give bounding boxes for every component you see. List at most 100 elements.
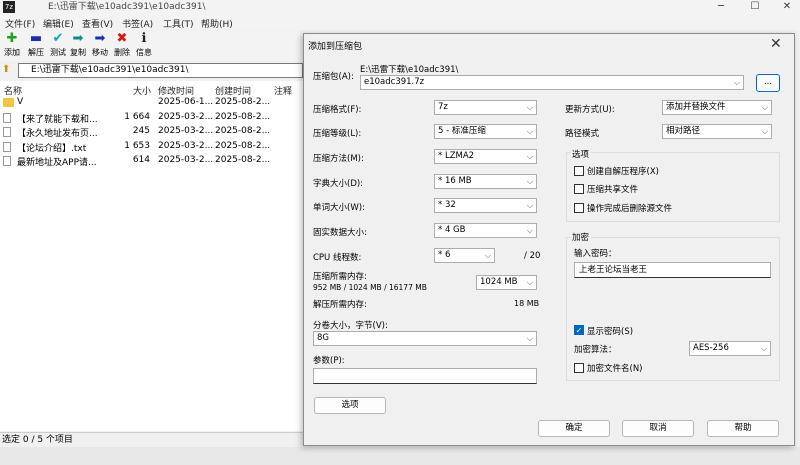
table-row[interactable]: 最新地址及APP请... 614 2025-03-2... 2025-08-2...: [0, 155, 303, 169]
cancel-button[interactable]: 取消: [622, 420, 694, 437]
column-created[interactable]: 创建时间: [215, 84, 251, 97]
toolbar-label: 复制: [70, 48, 86, 57]
column-comment[interactable]: 注释: [274, 84, 292, 97]
threads-combo[interactable]: * 6 ⌵: [434, 248, 495, 263]
toolbar-button-6[interactable]: ℹ 信息: [132, 32, 156, 60]
arrow-right-icon: ➡: [72, 31, 84, 46]
shared-checkbox[interactable]: [574, 184, 584, 194]
column-size[interactable]: 大小: [133, 84, 151, 97]
table-row[interactable]: 【来了就能下载和... 1 664 2025-03-2... 2025-08-2...: [0, 112, 303, 126]
update-combo[interactable]: 添加并替换文件 ⌵: [662, 100, 772, 115]
toolbar-button-3[interactable]: ➡ 复制: [66, 32, 90, 60]
menu-file[interactable]: 文件(F): [5, 17, 35, 30]
path-label: 路径模式: [565, 129, 600, 139]
mem-comp-detail: 952 MB / 1024 MB / 16177 MB: [313, 283, 427, 292]
file-icon: [3, 141, 11, 152]
column-name[interactable]: 名称: [4, 84, 22, 97]
address-bar[interactable]: E:\迅雷下载\e10adc391\e10adc391\: [18, 63, 303, 78]
cell-created: 2025-08-2...: [215, 111, 271, 122]
dict-combo[interactable]: * 16 MB ⌵: [434, 174, 537, 189]
table-row[interactable]: V 2025-06-1... 2025-08-2...: [0, 97, 303, 111]
column-modified[interactable]: 修改时间: [158, 84, 194, 97]
mem-decomp-value: 18 MB: [514, 299, 540, 308]
chevron-down-icon: ⌵: [526, 152, 533, 161]
status-bar: 选定 0 / 5 个项目: [0, 432, 303, 447]
solid-value: * 4 GB: [438, 225, 466, 235]
chevron-down-icon: ⌵: [761, 103, 768, 112]
dialog-title: 添加到压缩包: [308, 42, 363, 52]
cell-created: 2025-08-2...: [215, 140, 271, 151]
archive-label: 压缩包(A):: [313, 72, 354, 82]
minimize-button[interactable]: ─: [706, 0, 736, 14]
ok-button[interactable]: 确定: [538, 420, 610, 437]
file-icon: [3, 156, 11, 166]
table-row[interactable]: 【论坛介绍】.txt 1 653 2025-03-2... 2025-08-2...: [0, 141, 303, 155]
up-folder-icon[interactable]: ⬆: [2, 64, 10, 75]
password-label: 输入密码：: [574, 249, 617, 259]
help-button[interactable]: 帮助: [707, 420, 779, 437]
chevron-down-icon: ⌵: [526, 278, 533, 287]
toolbar-button-5[interactable]: ✖ 删除: [110, 32, 134, 60]
word-value: * 32: [438, 200, 456, 210]
sfx-checkbox[interactable]: [574, 166, 584, 176]
cell-size: 1 664: [124, 111, 150, 122]
toolbar-button-1[interactable]: ▬ 解压: [24, 32, 48, 60]
update-value: 添加并替换文件: [666, 102, 726, 112]
dict-value: * 16 MB: [438, 176, 472, 186]
cell-modified: 2025-03-2...: [158, 140, 214, 151]
table-row[interactable]: 【永久地址发布页... 245 2025-03-2... 2025-08-2...: [0, 126, 303, 140]
chevron-down-icon: ⌵: [526, 226, 533, 235]
params-input[interactable]: [313, 368, 537, 384]
delete-checkbox[interactable]: [574, 203, 584, 213]
method-combo[interactable]: * LZMA2 ⌵: [434, 149, 537, 164]
toolbar-button-0[interactable]: ✚ 添加: [0, 32, 24, 60]
format-value: 7z: [438, 102, 448, 112]
options-button[interactable]: 选项: [314, 397, 386, 414]
archive-name-combo[interactable]: e10adc391.7z ⌵: [360, 75, 744, 90]
cell-size: 614: [132, 155, 150, 165]
cell-created: 2025-08-2...: [215, 126, 271, 136]
chevron-down-icon: ⌵: [526, 103, 533, 112]
menu-help[interactable]: 帮助(H): [201, 17, 233, 30]
menu-tools[interactable]: 工具(T): [163, 17, 194, 30]
mem-comp-label: 压缩所需内存:: [313, 272, 367, 282]
level-combo[interactable]: 5 - 标准压缩 ⌵: [434, 124, 537, 139]
word-label: 单词大小(W):: [313, 203, 365, 213]
volume-value: 8G: [317, 333, 329, 343]
level-label: 压缩等级(L):: [313, 129, 362, 139]
window-title: E:\迅雷下载\e10adc391\e10adc391\: [48, 2, 206, 12]
archive-name-value: e10adc391.7z: [364, 77, 425, 87]
menu-view[interactable]: 查看(V): [82, 17, 113, 30]
format-combo[interactable]: 7z ⌵: [434, 100, 537, 115]
mem-decomp-label: 解压所需内存:: [313, 300, 367, 310]
password-input[interactable]: 上老王论坛当老王: [574, 262, 771, 278]
mem-comp-combo[interactable]: 1024 MB ⌵: [476, 275, 537, 290]
show-password-checkbox[interactable]: ✓: [574, 325, 584, 335]
maximize-button[interactable]: ☐: [740, 0, 770, 14]
level-value: 5 - 标准压缩: [438, 126, 486, 136]
solid-label: 固实数据大小:: [313, 228, 367, 238]
solid-combo[interactable]: * 4 GB ⌵: [434, 223, 537, 238]
threads-label: CPU 线程数:: [313, 253, 362, 263]
chevron-down-icon: ⌵: [526, 201, 533, 210]
menu-edit[interactable]: 编辑(E): [43, 17, 74, 30]
path-combo[interactable]: 相对路径 ⌵: [662, 124, 772, 139]
word-combo[interactable]: * 32 ⌵: [434, 198, 537, 213]
archive-path: E:\迅雷下载\e10adc391\: [360, 65, 459, 75]
close-window-button[interactable]: ✕: [772, 0, 800, 14]
path-value: 相对路径: [666, 126, 701, 136]
cell-name: V: [17, 97, 24, 107]
format-label: 压缩格式(F):: [313, 105, 362, 115]
volume-combo[interactable]: 8G ⌵: [313, 331, 537, 346]
toolbar-button-4[interactable]: ➡ 移动: [88, 32, 112, 60]
encrypt-names-checkbox[interactable]: [574, 363, 584, 373]
cell-modified: 2025-06-1...: [158, 97, 214, 107]
enc-method-combo[interactable]: AES-256 ⌵: [689, 341, 771, 356]
browse-button[interactable]: ...: [756, 74, 780, 92]
menu-bookmarks[interactable]: 书签(A): [122, 17, 153, 30]
info-icon: ℹ: [141, 31, 147, 46]
cell-modified: 2025-03-2...: [158, 111, 214, 122]
dialog-close-button[interactable]: ✕: [770, 36, 782, 52]
cell-modified: 2025-03-2...: [158, 155, 214, 165]
chevron-down-icon: ⌵: [526, 127, 533, 136]
